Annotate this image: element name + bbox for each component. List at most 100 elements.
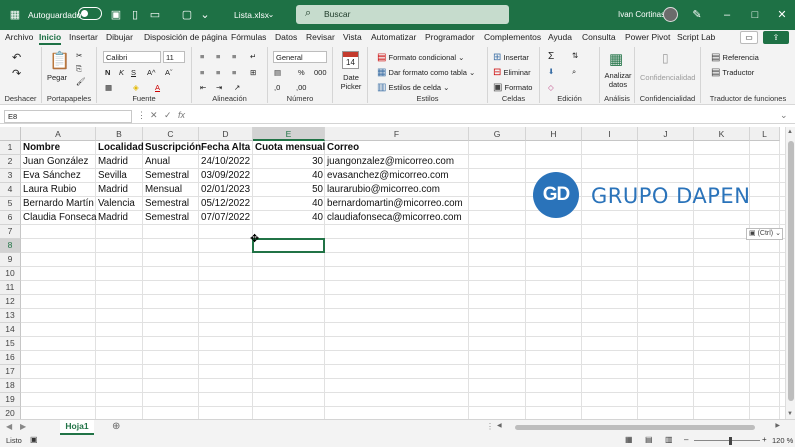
row-header-7[interactable]: 7 [0, 225, 21, 239]
prev-sheet-icon[interactable]: ◀ [6, 422, 12, 431]
horizontal-scrollbar[interactable]: ◀ ▶ [495, 423, 780, 432]
cancel-entry-icon[interactable]: ✕ [150, 110, 158, 121]
row-header-13[interactable]: 13 [0, 309, 21, 323]
row-header-11[interactable]: 11 [0, 281, 21, 295]
macro-record-icon[interactable]: ▣ [30, 435, 38, 444]
zoom-slider-knob[interactable] [728, 437, 732, 445]
table-cell[interactable]: Semestral [145, 197, 189, 211]
sheet-tab-hoja1[interactable]: Hoja1 [60, 420, 94, 435]
zoom-out-icon[interactable]: – [684, 435, 688, 444]
confirm-entry-icon[interactable]: ✓ [164, 110, 172, 121]
header-cell[interactable]: Localidad [98, 141, 144, 155]
tab-revisar[interactable]: Revisar [306, 32, 335, 42]
insert-function-icon[interactable]: fx [178, 110, 185, 120]
header-cell[interactable]: Cuota mensual [255, 141, 325, 155]
zoom-slider[interactable] [694, 440, 760, 441]
name-box[interactable]: E8 [4, 110, 132, 123]
align-middle-icon[interactable]: ≡ [216, 52, 220, 61]
horizontal-scroll-thumb[interactable] [515, 425, 755, 430]
row-header-20[interactable]: 20 [0, 407, 21, 419]
column-header-h[interactable]: H [526, 127, 582, 141]
column-header-a[interactable]: A [21, 127, 96, 141]
quick-access-icon[interactable]: ▢ [180, 8, 194, 22]
paste-options-tag[interactable]: ▣ (Ctrl) ⌄ [746, 228, 783, 240]
column-header-k[interactable]: K [694, 127, 750, 141]
header-cell[interactable]: Correo [327, 141, 359, 155]
borders-icon[interactable]: ▦ [105, 83, 112, 92]
header-cell[interactable]: Nombre [23, 141, 60, 155]
increase-indent-icon[interactable]: ⇥ [216, 83, 222, 92]
tab-formulas[interactable]: Fórmulas [231, 32, 266, 42]
scroll-right-icon[interactable]: ▶ [775, 422, 780, 429]
format-as-table-button[interactable]: ▦ Dar formato como tabla ⌄ [377, 67, 475, 78]
row-header-8[interactable]: 8 [0, 239, 21, 253]
tab-vista[interactable]: Vista [343, 32, 362, 42]
confidentiality-icon[interactable]: ▯ [662, 51, 669, 65]
table-cell[interactable]: 03/09/2022 [201, 169, 250, 183]
reference-button[interactable]: ▤ Referencia [711, 52, 759, 63]
table-cell[interactable]: Semestral [145, 169, 189, 183]
row-header-1[interactable]: 1 [0, 141, 21, 155]
align-bottom-icon[interactable]: ≡ [232, 52, 236, 61]
italic-icon[interactable]: K [119, 68, 124, 77]
font-name-select[interactable]: Calibri [103, 51, 161, 63]
clear-icon[interactable]: ◇ [548, 83, 554, 92]
column-header-c[interactable]: C [143, 127, 199, 141]
table-cell[interactable]: Semestral [145, 211, 189, 225]
tab-consulta[interactable]: Consulta [582, 32, 616, 42]
table-cell[interactable]: evasanchez@micorreo.com [327, 169, 449, 183]
column-header-f[interactable]: F [325, 127, 469, 141]
align-center-icon[interactable]: ≡ [216, 68, 220, 77]
table-cell[interactable]: 40 [255, 211, 323, 225]
close-icon[interactable]: ✕ [775, 8, 789, 22]
page-break-view-icon[interactable]: ▥ [665, 435, 673, 444]
copy-icon[interactable]: ⎘ [76, 64, 82, 74]
share-button[interactable]: ⇪ [763, 31, 789, 44]
find-select-icon[interactable]: ⌕ [572, 67, 576, 77]
column-header-j[interactable]: J [638, 127, 694, 141]
user-name[interactable]: Ivan Cortinas [618, 10, 665, 19]
scroll-left-icon[interactable]: ◀ [497, 422, 502, 429]
tab-power-pivot[interactable]: Power Pivot [625, 32, 670, 42]
row-header-4[interactable]: 4 [0, 183, 21, 197]
row-header-19[interactable]: 19 [0, 393, 21, 407]
increase-decimal-icon[interactable]: ,0 [274, 83, 280, 92]
new-file-icon[interactable]: ▯ [128, 8, 142, 22]
table-cell[interactable]: Laura Rubio [23, 183, 76, 197]
confidentiality-button[interactable]: Confidencialidad [640, 73, 695, 82]
accounting-icon[interactable]: ▤ [274, 68, 281, 77]
avatar[interactable] [663, 7, 678, 22]
underline-icon[interactable]: S [131, 68, 136, 77]
column-header-l[interactable]: L [750, 127, 780, 141]
shrink-font-icon[interactable]: Aˇ [165, 68, 173, 77]
row-header-15[interactable]: 15 [0, 337, 21, 351]
fill-icon[interactable]: ⬇ [548, 67, 554, 76]
table-cell[interactable]: bernardomartin@micorreo.com [327, 197, 463, 211]
zoom-in-icon[interactable]: + [762, 435, 767, 444]
table-cell[interactable]: Eva Sánchez [23, 169, 81, 183]
translator-button[interactable]: ▤ Traductor [711, 67, 754, 78]
tab-insertar[interactable]: Insertar [69, 32, 98, 42]
zoom-level[interactable]: 120 % [772, 436, 793, 445]
cut-icon[interactable]: ✂ [76, 51, 82, 60]
undo-icon[interactable]: ↶ [12, 51, 21, 64]
tab-archivo[interactable]: Archivo [5, 32, 33, 42]
table-cell[interactable]: 02/01/2023 [201, 183, 250, 197]
next-sheet-icon[interactable]: ▶ [20, 422, 26, 431]
page-layout-view-icon[interactable]: ▤ [645, 435, 653, 444]
table-cell[interactable]: Anual [145, 155, 170, 169]
scroll-up-icon[interactable]: ▲ [787, 129, 793, 135]
spreadsheet-grid[interactable]: ABCDEFGHIJKL 1 2 3 4 5 6 7 8 9 10 11 12 13 14 15 16 17 18… [0, 127, 785, 419]
column-header-e[interactable]: E [253, 127, 325, 141]
font-color-icon[interactable]: A [155, 83, 160, 92]
header-cell[interactable]: Fecha Alta [201, 141, 250, 155]
pen-icon[interactable]: ✎ [690, 8, 704, 22]
tab-dibujar[interactable]: Dibujar [106, 32, 133, 42]
row-header-3[interactable]: 3 [0, 169, 21, 183]
table-cell[interactable]: 50 [255, 183, 323, 197]
align-left-icon[interactable]: ≡ [200, 68, 204, 77]
maximize-icon[interactable]: □ [748, 8, 762, 22]
percent-icon[interactable]: % [298, 68, 305, 77]
align-top-icon[interactable]: ≡ [200, 52, 204, 61]
customize-toolbar-icon[interactable]: ⌄ [198, 8, 212, 22]
